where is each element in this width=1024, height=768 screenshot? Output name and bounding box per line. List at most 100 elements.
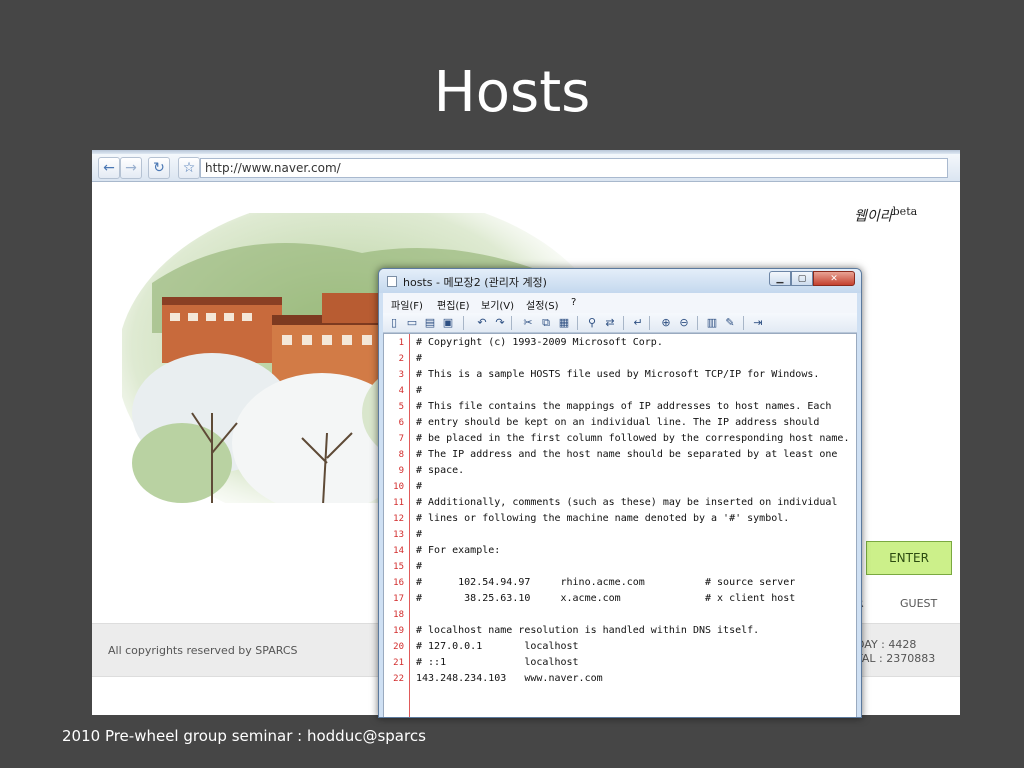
- line-text: # Copyright (c) 1993-2009 Microsoft Corp…: [416, 337, 663, 348]
- line-number: 20: [393, 642, 404, 652]
- settings-icon[interactable]: ✎: [723, 316, 737, 330]
- line-text: # Additionally, comments (such as these)…: [416, 497, 838, 508]
- line-number: 15: [393, 562, 404, 572]
- editor-line[interactable]: 7 # be placed in the first column followe…: [384, 432, 856, 448]
- notepad-toolbar: ▯ ▭ ▤ ▣ ↶ ↷ ✂ ⧉ ▦ ⚲ ⇄ ↵ ⊕ ⊖ ▥ ✎ ⇥: [383, 313, 857, 333]
- editor-line[interactable]: 12 # lines or following the machine name …: [384, 512, 856, 528]
- slide-title: Hosts: [433, 60, 591, 125]
- line-number: 2: [398, 354, 404, 364]
- editor-line[interactable]: 5 # This file contains the mappings of IP…: [384, 400, 856, 416]
- line-text: # The IP address and the host name shoul…: [416, 449, 838, 460]
- line-number: 3: [398, 370, 404, 380]
- toolbar-separator: [697, 316, 698, 330]
- copy-icon[interactable]: ⧉: [539, 316, 553, 330]
- line-number: 1: [398, 338, 404, 348]
- editor-line[interactable]: 18: [384, 608, 856, 624]
- editor-line[interactable]: 10 #: [384, 480, 856, 496]
- today-counter: DAY : 4428: [856, 638, 917, 651]
- editor-line[interactable]: 17 # 38.25.63.10 x.acme.com # x client ho…: [384, 592, 856, 608]
- line-number: 18: [393, 610, 404, 620]
- line-text: # space.: [416, 465, 465, 476]
- line-number: 5: [398, 402, 404, 412]
- open-icon[interactable]: ▭: [405, 316, 419, 330]
- paste-icon[interactable]: ▦: [557, 316, 571, 330]
- editor-line[interactable]: 9 # space.: [384, 464, 856, 480]
- back-icon[interactable]: ←: [98, 157, 120, 179]
- toolbar-separator: [743, 316, 744, 330]
- bookmark-star-icon[interactable]: ☆: [178, 157, 200, 179]
- line-text: # 102.54.94.97 rhino.acme.com # source s…: [416, 577, 796, 588]
- menu-file[interactable]: 파일(F): [391, 297, 423, 312]
- browse-icon[interactable]: ▤: [423, 316, 437, 330]
- new-icon[interactable]: ▯: [387, 316, 401, 330]
- undo-icon[interactable]: ↶: [475, 316, 489, 330]
- editor-line[interactable]: 3 # This is a sample HOSTS file used by M…: [384, 368, 856, 384]
- reload-icon[interactable]: ↻: [148, 157, 170, 179]
- exit-icon[interactable]: ⇥: [751, 316, 765, 330]
- editor-line[interactable]: 19 # localhost name resolution is handled…: [384, 624, 856, 640]
- toolbar-separator: [649, 316, 650, 330]
- minimize-icon[interactable]: ▁: [769, 271, 791, 286]
- line-number: 11: [393, 498, 404, 508]
- view-icon[interactable]: ▥: [705, 316, 719, 330]
- menu-view[interactable]: 보기(V): [481, 297, 514, 312]
- total-counter: TAL : 2370883: [856, 652, 936, 665]
- line-text: #: [416, 385, 423, 396]
- zoom-out-icon[interactable]: ⊖: [677, 316, 691, 330]
- editor-line[interactable]: 13 #: [384, 528, 856, 544]
- maximize-icon[interactable]: ▢: [791, 271, 813, 286]
- editor-line[interactable]: 1 # Copyright (c) 1993-2009 Microsoft Cor…: [384, 336, 856, 352]
- line-number: 6: [398, 418, 404, 428]
- wordwrap-icon[interactable]: ↵: [631, 316, 645, 330]
- logo-beta: beta: [892, 205, 918, 218]
- line-number: 12: [393, 514, 404, 524]
- line-number: 7: [398, 434, 404, 444]
- toolbar-separator: [511, 316, 512, 330]
- editor-line[interactable]: 8 # The IP address and the host name shou…: [384, 448, 856, 464]
- line-text: # ::1 localhost: [416, 657, 579, 668]
- line-text: # 38.25.63.10 x.acme.com # x client host: [416, 593, 796, 604]
- line-number: 9: [398, 466, 404, 476]
- close-icon[interactable]: ✕: [813, 271, 855, 286]
- menu-edit[interactable]: 편집(E): [437, 297, 470, 312]
- editor-line[interactable]: 16 # 102.54.94.97 rhino.acme.com # source…: [384, 576, 856, 592]
- editor-line[interactable]: 21 # ::1 localhost: [384, 656, 856, 672]
- editor-line[interactable]: 11 # Additionally, comments (such as thes…: [384, 496, 856, 512]
- save-icon[interactable]: ▣: [441, 316, 455, 330]
- line-text: # entry should be kept on an individual …: [416, 417, 820, 428]
- editor-line[interactable]: 4 #: [384, 384, 856, 400]
- line-text: # localhost name resolution is handled w…: [416, 625, 760, 636]
- line-text: 143.248.234.103 www.naver.com: [416, 673, 603, 684]
- address-bar[interactable]: http://www.naver.com/: [200, 158, 948, 178]
- toolbar-separator: [577, 316, 578, 330]
- cut-icon[interactable]: ✂: [521, 316, 535, 330]
- editor-line[interactable]: 2 #: [384, 352, 856, 368]
- site-logo: 웹이라beta: [854, 205, 917, 226]
- line-number: 4: [398, 386, 404, 396]
- line-text: # lines or following the machine name de…: [416, 513, 790, 524]
- zoom-in-icon[interactable]: ⊕: [659, 316, 673, 330]
- notepad-menu-bar: 파일(F) 편집(E) 보기(V) 설정(S) ?: [383, 293, 857, 313]
- forward-icon[interactable]: →: [120, 157, 142, 179]
- line-text: #: [416, 353, 423, 364]
- find-icon[interactable]: ⚲: [585, 316, 599, 330]
- slide-caption: 2010 Pre-wheel group seminar : hodduc@sp…: [62, 727, 426, 745]
- notepad-title-bar[interactable]: hosts - 메모장2 (관리자 계정) ▁ ▢ ✕: [379, 269, 861, 293]
- editor-line[interactable]: 6 # entry should be kept on an individual…: [384, 416, 856, 432]
- editor-line[interactable]: 20 # 127.0.0.1 localhost: [384, 640, 856, 656]
- menu-help[interactable]: ?: [571, 297, 576, 308]
- enter-button[interactable]: ENTER: [866, 541, 952, 575]
- replace-icon[interactable]: ⇄: [603, 316, 617, 330]
- line-text: # This file contains the mappings of IP …: [416, 401, 832, 412]
- menu-settings[interactable]: 설정(S): [526, 297, 559, 312]
- guest-link[interactable]: GUEST: [900, 597, 937, 610]
- notepad-app-icon: [387, 276, 397, 287]
- redo-icon[interactable]: ↷: [493, 316, 507, 330]
- line-text: #: [416, 529, 423, 540]
- editor-line[interactable]: 22 143.248.234.103 www.naver.com: [384, 672, 856, 688]
- toolbar-separator: [623, 316, 624, 330]
- text-editor[interactable]: 1 # Copyright (c) 1993-2009 Microsoft Cor…: [383, 333, 857, 717]
- editor-line[interactable]: 14 # For example:: [384, 544, 856, 560]
- copyright-text: All copyrights reserved by SPARCS: [108, 644, 298, 657]
- editor-line[interactable]: 15 #: [384, 560, 856, 576]
